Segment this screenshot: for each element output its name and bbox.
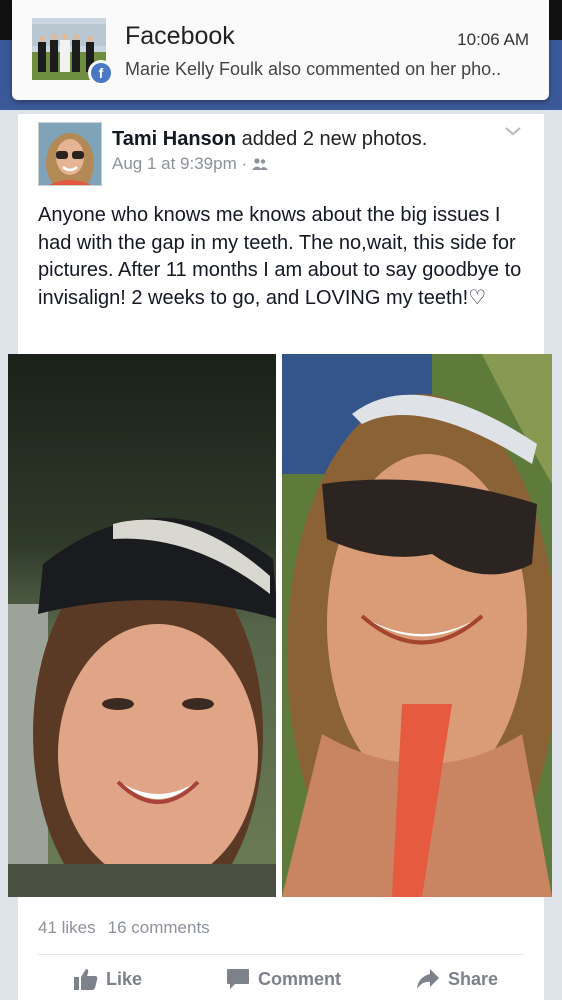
comment-icon [227,969,249,989]
comments-count[interactable]: 16 comments [108,918,210,937]
like-label: Like [106,968,143,989]
notification-time: 10:06 AM [457,30,529,49]
comment-button[interactable]: Comment [226,962,341,996]
author-name[interactable]: Tami Hanson [112,128,236,150]
avatar[interactable] [38,122,102,186]
share-button[interactable]: Share [416,962,498,996]
post-header: Tami Hanson added 2 new photos. [112,128,427,151]
comment-label: Comment [258,968,342,989]
notification-app-name: Facebook [125,22,235,50]
notification-card[interactable]: f Facebook 10:06 AM Marie Kelly Foulk al… [12,0,549,100]
likes-count[interactable]: 41 likes [38,918,96,937]
friends-icon [251,154,268,173]
notification-message: Marie Kelly Foulk also commented on her … [125,59,502,79]
thumbs-up-icon [74,969,98,990]
post-actions: Like Comment Share [18,962,544,998]
like-button[interactable]: Like [74,962,142,996]
chevron-down-icon[interactable] [504,124,522,142]
share-label: Share [448,968,499,989]
divider [38,954,524,955]
post-timestamp[interactable]: Aug 1 at 9:39pm [112,154,237,173]
post-card: Tami Hanson added 2 new photos. Aug 1 at… [8,114,552,1000]
post-body: Anyone who knows me knows about the big … [38,204,522,309]
share-icon [417,969,439,989]
facebook-icon: f [88,60,114,86]
post-photo-1[interactable] [8,354,276,897]
post-stats: 41 likes 16 comments [38,918,210,938]
post-meta: Aug 1 at 9:39pm · [112,154,268,174]
post-photo-2[interactable] [282,354,552,897]
meta-separator: · [236,154,252,173]
post-action-text: added 2 new photos. [236,128,428,150]
